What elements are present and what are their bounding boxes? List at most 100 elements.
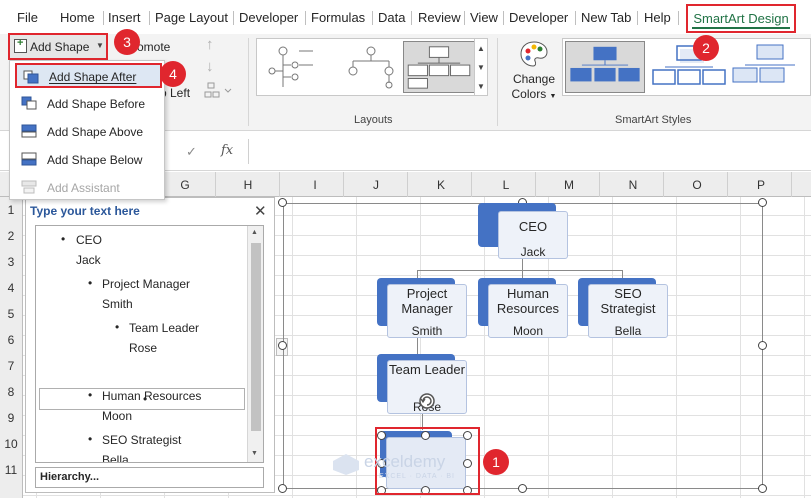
scroll-down-icon[interactable]: ▼ [251,450,258,457]
scroll-up-icon[interactable]: ▲ [251,229,258,236]
column-header[interactable]: J [371,178,381,192]
layout-icon[interactable] [204,82,232,100]
smartart-styles-gallery[interactable] [562,38,811,96]
move-down-icon[interactable]: ↓ [206,58,214,75]
menu-data[interactable]: Data [378,10,405,25]
row-header[interactable]: 4 [0,281,22,295]
text-line-level3-sub[interactable]: Rose [129,341,157,355]
scroll-thumb[interactable] [251,243,261,431]
menu-help[interactable]: Help [644,10,671,25]
promote-button[interactable]: omote [137,40,170,54]
row-header[interactable]: 9 [0,411,22,425]
layout-thumb-org-chart-selected[interactable] [403,41,475,93]
add-shape-button[interactable]: Add Shape ▼ [8,33,108,60]
change-colors-button[interactable]: Change Colors ▼ [508,40,560,110]
move-up-icon[interactable]: ↑ [206,36,214,53]
text-line-level3[interactable]: Team Leader [129,321,199,335]
row-header[interactable]: 7 [0,359,22,373]
gallery-scroll-up[interactable]: ▲ [474,39,487,58]
menu-item-add-shape-before[interactable]: Add Shape Before [10,90,164,117]
org-node-seo-strategist[interactable]: SEO Strategist Bella [578,278,668,338]
text-line-level2-sub[interactable]: Bella [102,453,129,462]
text-line-level2-sub[interactable]: Smith [102,297,133,311]
row-header[interactable]: 2 [0,229,22,243]
node-subtitle: Bella [614,324,642,338]
insert-function-button[interactable]: fx [221,143,233,158]
menu-item-label: Add Assistant [47,181,120,195]
column-header[interactable]: L [501,178,511,192]
text-pane-footer-link[interactable]: Hierarchy... [35,467,264,488]
menu-item-add-shape-below[interactable]: Add Shape Below [10,146,164,173]
row-header[interactable]: 11 [0,463,22,477]
step-marker-2: 2 [693,35,719,61]
menu-view[interactable]: View [470,10,498,25]
rotate-handle-icon[interactable] [417,391,437,411]
add-shape-below-icon [21,152,37,166]
formula-input[interactable] [248,139,811,164]
bullet-icon: • [115,320,120,334]
column-header[interactable]: O [692,178,702,192]
resize-handle[interactable] [758,341,767,350]
enter-check-icon[interactable]: ✓ [186,144,197,160]
text-line-level1[interactable]: CEO [76,233,102,247]
text-line-level2[interactable]: Human Resources [102,389,201,403]
column-header[interactable]: G [180,178,190,192]
row-header[interactable]: 6 [0,333,22,347]
row-header[interactable]: 10 [0,437,22,451]
close-icon[interactable]: ✕ [254,202,267,220]
text-line-level1-sub[interactable]: Jack [76,253,101,267]
column-header[interactable]: P [756,178,766,192]
gallery-more[interactable]: ▼ [474,77,487,96]
resize-handle[interactable] [758,198,767,207]
row-header[interactable]: 3 [0,255,22,269]
style-thumb-simple-selected[interactable] [565,41,645,93]
layout-thumb-hierarchy-1[interactable] [261,41,333,93]
menu-new-tab[interactable]: New Tab [581,10,631,25]
row-header[interactable]: 5 [0,307,22,321]
menu-file[interactable]: File [17,10,38,25]
column-header[interactable]: N [628,178,638,192]
gallery-scroll-down[interactable]: ▼ [474,58,487,77]
menu-divider [305,11,306,25]
org-node-project-manager[interactable]: Project Manager Smith [377,278,467,338]
step-marker-4: 4 [160,61,186,87]
resize-handle[interactable] [278,198,287,207]
add-shape-above-icon [21,124,37,138]
menu-formulas[interactable]: Formulas [311,10,365,25]
layouts-gallery[interactable]: ▲ ▼ ▼ [256,38,488,96]
column-header[interactable]: I [310,178,320,192]
text-line-level2-sub[interactable]: Moon [102,409,132,423]
resize-handle[interactable] [278,341,287,350]
text-pane-list[interactable]: • CEO Jack • Project Manager Smith • Tea… [35,225,264,463]
resize-handle[interactable] [758,484,767,493]
menu-item-label: Add Shape After [49,70,137,84]
text-line-level2[interactable]: SEO Strategist [102,433,181,447]
menu-developer-2[interactable]: Developer [509,10,568,25]
bullet-icon: • [88,388,93,402]
menu-review[interactable]: Review [418,10,461,25]
menu-page-layout[interactable]: Page Layout [155,10,228,25]
text-line-level2[interactable]: Project Manager [102,277,190,291]
row-header[interactable]: 1 [0,203,22,217]
text-pane-scrollbar[interactable]: ▲ ▼ [247,226,263,462]
menu-insert[interactable]: Insert [108,10,141,25]
resize-handle[interactable] [518,484,527,493]
org-node-ceo[interactable]: CEO Jack [478,203,568,259]
step-marker-1: 1 [483,449,509,475]
menu-developer[interactable]: Developer [239,10,298,25]
row-header[interactable]: 8 [0,385,22,399]
column-header[interactable]: K [436,178,446,192]
menu-item-add-shape-after[interactable]: Add Shape After [15,63,162,88]
style-thumb-3d[interactable] [729,41,809,93]
column-divider [791,172,792,197]
menu-home[interactable]: Home [60,10,95,25]
column-header[interactable]: M [563,178,575,192]
org-node-team-leader[interactable]: Team Leader Rose [377,354,467,414]
org-node-human-resources[interactable]: Human Resources Moon [478,278,568,338]
resize-handle[interactable] [278,484,287,493]
menu-item-label: Add Shape Below [47,153,143,167]
column-header[interactable]: H [243,178,253,192]
menu-item-add-shape-above[interactable]: Add Shape Above [10,118,164,145]
layout-thumb-hierarchy-2[interactable] [335,41,407,93]
bullet-icon: • [88,432,93,446]
